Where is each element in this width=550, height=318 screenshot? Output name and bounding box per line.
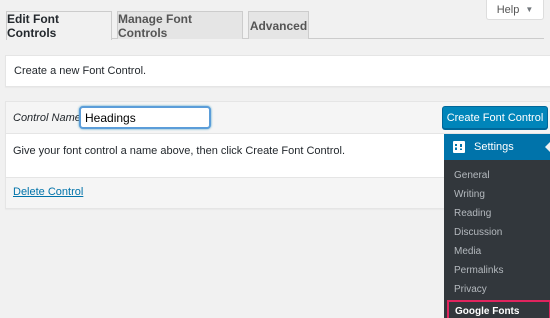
tab-manage-font-controls[interactable]: Manage Font Controls	[117, 11, 243, 40]
delete-control-link[interactable]: Delete Control	[13, 186, 83, 198]
settings-icon	[453, 141, 465, 153]
submenu-item-general[interactable]: General	[444, 166, 550, 185]
submenu-item-google-fonts[interactable]: Google Fonts	[447, 300, 550, 318]
notice-box: Create a new Font Control.	[5, 55, 550, 87]
menu-settings-label: Settings	[474, 141, 514, 153]
tab-bar: Edit Font Controls Manage Font Controls …	[6, 11, 544, 40]
submenu-item-writing[interactable]: Writing	[444, 185, 550, 204]
menu-settings[interactable]: Settings	[444, 134, 550, 160]
tab-label: Advanced	[249, 18, 308, 33]
admin-settings-menu: Settings General Writing Reading Discuss…	[444, 134, 550, 318]
tab-label: Manage Font Controls	[118, 11, 192, 40]
settings-submenu: General Writing Reading Discussion Media…	[444, 166, 550, 318]
submenu-item-reading[interactable]: Reading	[444, 204, 550, 223]
create-font-control-button[interactable]: Create Font Control	[442, 106, 548, 129]
panel-header: Control Name Create Font Control	[6, 102, 550, 134]
submenu-item-privacy[interactable]: Privacy	[444, 280, 550, 299]
control-name-label: Control Name	[13, 112, 81, 124]
current-menu-caret-icon	[545, 142, 550, 152]
tab-edit-font-controls[interactable]: Edit Font Controls	[6, 11, 112, 40]
submenu-item-permalinks[interactable]: Permalinks	[444, 261, 550, 280]
tab-advanced[interactable]: Advanced	[248, 11, 309, 39]
control-name-input[interactable]	[79, 106, 211, 129]
tab-label: Edit Font Controls	[7, 12, 59, 40]
submenu-item-discussion[interactable]: Discussion	[444, 223, 550, 242]
notice-text: Create a new Font Control.	[14, 65, 147, 77]
submenu-item-media[interactable]: Media	[444, 242, 550, 261]
help-text: Give your font control a name above, the…	[13, 145, 345, 157]
